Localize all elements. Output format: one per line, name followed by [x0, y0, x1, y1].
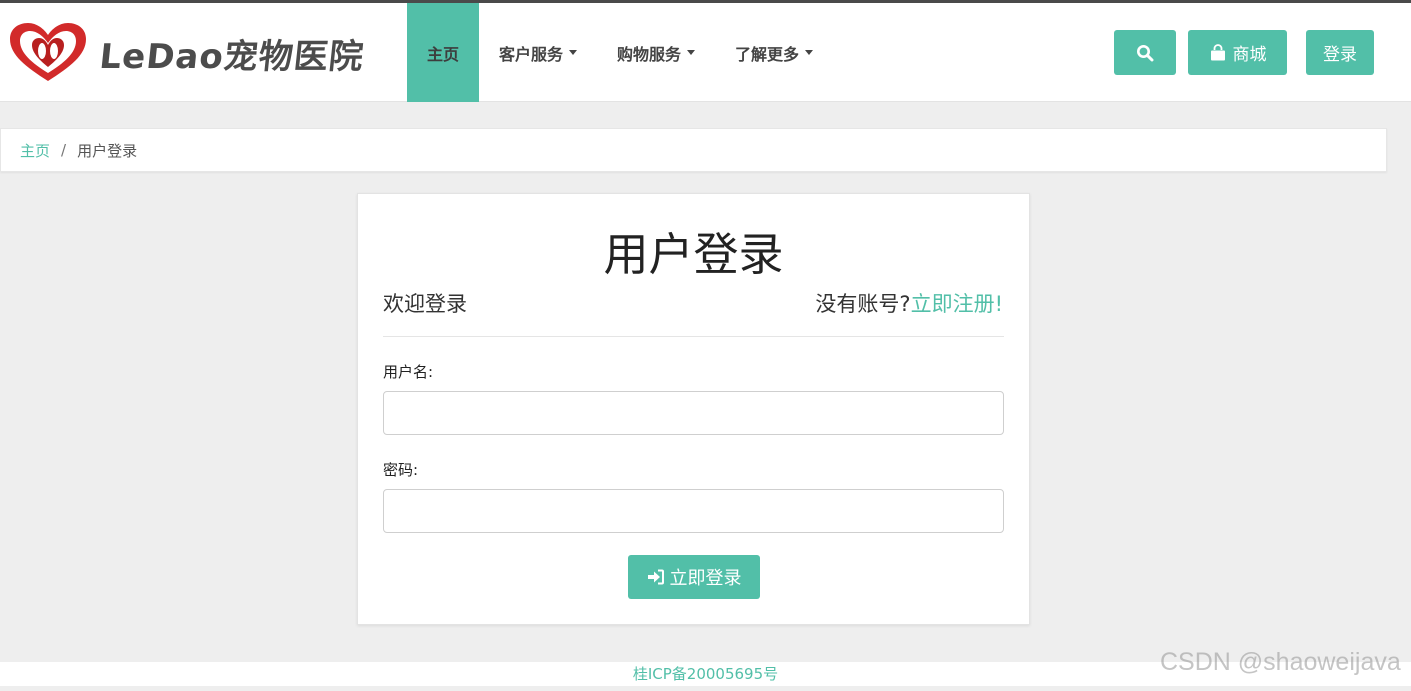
- nav-item-label: 购物服务: [617, 44, 682, 64]
- shopping-bag-icon: [1210, 43, 1225, 60]
- nav-item-label: 了解更多: [735, 44, 800, 64]
- nav-item-label: 主页: [427, 44, 460, 64]
- brand-logo[interactable]: LeDao宠物医院: [6, 21, 366, 85]
- login-card: 用户登录 欢迎登录 没有账号?立即注册! 用户名: 密码: 立即登录: [357, 193, 1030, 625]
- nav-item-label: 客户服务: [499, 44, 564, 64]
- brand-name: LeDao宠物医院: [97, 36, 366, 77]
- no-account-text: 没有账号?: [815, 292, 911, 316]
- nav-item-customer-service[interactable]: 客户服务: [479, 3, 597, 102]
- shop-button[interactable]: 商城: [1188, 30, 1287, 75]
- submit-login-label: 立即登录: [669, 568, 742, 589]
- search-button[interactable]: [1114, 30, 1176, 75]
- nav-item-shopping-service[interactable]: 购物服务: [597, 3, 715, 102]
- search-icon: [1137, 44, 1154, 61]
- breadcrumb-separator: /: [61, 141, 67, 159]
- login-title: 用户登录: [603, 228, 784, 281]
- submit-login-button[interactable]: 立即登录: [628, 555, 760, 599]
- navbar: LeDao宠物医院 主页 客户服务 购物服务 了解更多 商城 登录: [0, 3, 1411, 102]
- register-link[interactable]: 立即注册!: [911, 292, 1003, 316]
- password-label: 密码:: [383, 461, 419, 479]
- heart-logo-icon: [10, 23, 86, 81]
- login-button[interactable]: 登录: [1306, 30, 1374, 75]
- breadcrumb-current: 用户登录: [77, 141, 138, 160]
- shop-button-label: 商城: [1232, 45, 1267, 65]
- caret-down-icon: [569, 50, 578, 55]
- register-prompt: 没有账号?立即注册!: [815, 288, 1003, 318]
- main-nav: 主页 客户服务 购物服务 了解更多: [407, 3, 833, 102]
- caret-down-icon: [805, 50, 814, 55]
- csdn-watermark: CSDN @shaoweijava: [1160, 648, 1401, 676]
- login-button-label: 登录: [1323, 45, 1357, 65]
- icp-link[interactable]: 桂ICP备20005695号: [633, 665, 778, 683]
- nav-item-learn-more[interactable]: 了解更多: [715, 3, 833, 102]
- breadcrumb: 主页 / 用户登录: [0, 128, 1387, 172]
- password-input[interactable]: [383, 489, 1004, 533]
- caret-down-icon: [687, 50, 696, 55]
- welcome-text: 欢迎登录: [383, 292, 467, 316]
- sign-in-icon: [647, 569, 664, 585]
- breadcrumb-home-link[interactable]: 主页: [20, 140, 50, 161]
- username-input[interactable]: [383, 391, 1004, 435]
- nav-item-home[interactable]: 主页: [407, 3, 480, 102]
- username-label: 用户名:: [383, 363, 434, 381]
- divider: [383, 336, 1004, 337]
